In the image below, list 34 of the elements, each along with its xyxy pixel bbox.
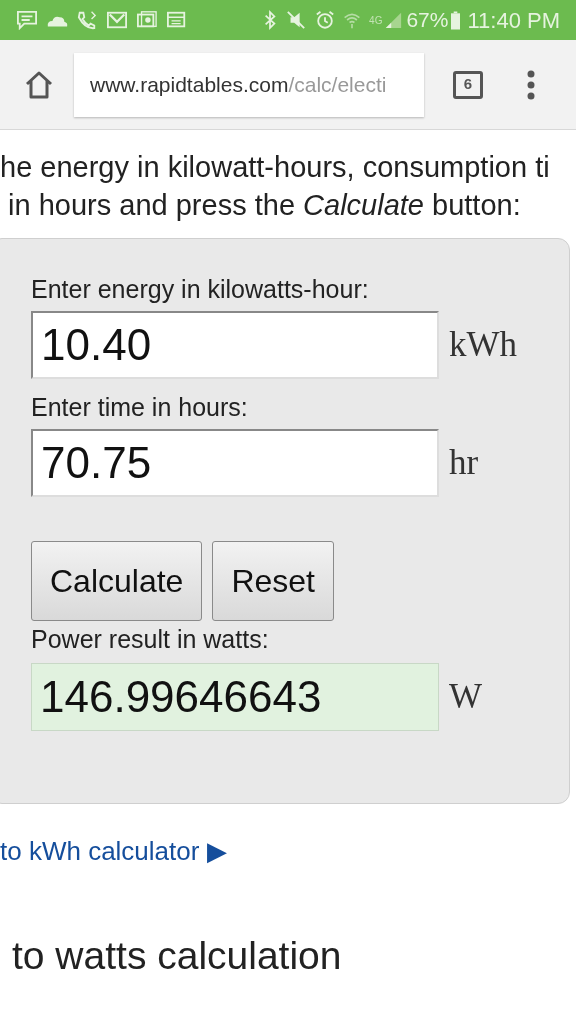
- field-label: Enter energy in kilowatts-hour:: [31, 274, 370, 305]
- menu-icon[interactable]: [527, 69, 535, 100]
- address-bar[interactable]: www.rapidtables.com/calc/electi: [74, 52, 424, 117]
- unit-label: W: [449, 675, 483, 718]
- battery-icon: [451, 10, 461, 30]
- clock: 11:40 PM: [467, 6, 560, 35]
- signal-icon: [384, 11, 403, 29]
- calculator-button[interactable]: Calculate: [31, 541, 203, 621]
- unit-label: hr: [449, 441, 479, 484]
- intro-text: he energy in kilowatt-hours, consumption ti: [0, 150, 551, 185]
- section-heading: to watts calculation: [12, 933, 342, 979]
- tab-count-button[interactable]: 6: [453, 70, 483, 99]
- calculator-link[interactable]: to kWh calculator ▶: [0, 832, 227, 871]
- calendar-icon: [166, 10, 188, 30]
- message-icon: [16, 10, 38, 30]
- field-label: Power result in watts:: [31, 624, 270, 655]
- photo-icon: [136, 10, 158, 30]
- home-icon[interactable]: [24, 69, 54, 100]
- mail-icon: [106, 10, 128, 30]
- intro-text: in hours and press the Calculate button:: [7, 188, 522, 223]
- alarm-icon: [315, 10, 336, 30]
- result-field: 146.99646643: [31, 663, 439, 731]
- url-path: /calc/electi: [288, 71, 387, 98]
- mute-icon: [285, 10, 308, 30]
- unit-label: kWh: [449, 323, 518, 366]
- input-field[interactable]: 70.75: [31, 429, 439, 497]
- input-field[interactable]: 10.40: [31, 311, 439, 379]
- battery-percent: 67%: [406, 7, 449, 34]
- field-label: Enter time in hours:: [31, 392, 249, 423]
- calculator-button[interactable]: Reset: [212, 541, 334, 621]
- phone-icon: [76, 10, 98, 30]
- bluetooth-icon: [263, 10, 278, 30]
- network-label: 4G: [369, 13, 383, 28]
- url-host: www.rapidtables.com: [90, 71, 289, 98]
